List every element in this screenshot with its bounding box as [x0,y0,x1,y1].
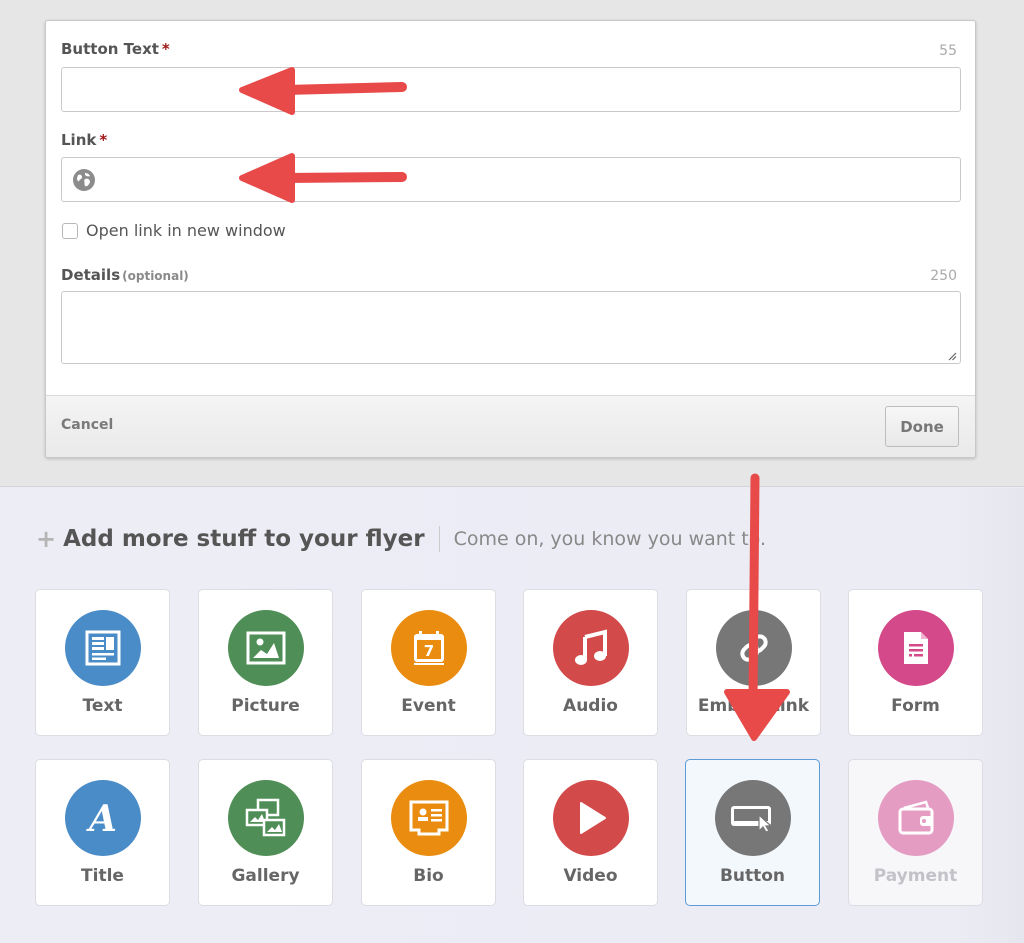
link-label: Link * [61,131,108,149]
tile-icon-circle [878,610,954,686]
tile-gallery[interactable]: Gallery [198,759,333,906]
tile-icon-circle [228,610,304,686]
tile-icon-circle [878,780,954,856]
details-field-wrapper [61,291,961,364]
tile-label: Form [891,696,940,716]
resize-handle-icon[interactable] [948,352,957,361]
tile-event[interactable]: 7 Event [361,589,496,736]
svg-text:A: A [86,798,117,838]
details-char-counter: 250 [930,268,957,284]
done-button[interactable]: Done [885,406,959,447]
tile-bio[interactable]: Bio [361,759,496,906]
cancel-button[interactable]: Cancel [61,417,113,433]
button-text-label: Button Text * [61,40,170,58]
tile-label: Video [563,866,618,886]
tile-icon-circle [65,610,141,686]
gallery-icon [245,798,286,837]
tile-label: Picture [231,696,300,716]
editor-backdrop: Button Text * 55 Link * Open link in new w… [0,0,1024,487]
tile-audio[interactable]: Audio [523,589,658,736]
tile-picture[interactable]: Picture [198,589,333,736]
form-icon [904,632,928,664]
add-content-subtitle: Come on, you know you want to. [453,528,767,550]
details-textarea[interactable] [61,291,961,364]
add-content-header: + Add more stuff to your flyer Come on, … [36,526,766,552]
required-marker: * [161,40,170,58]
required-marker: * [99,131,108,149]
play-icon [580,802,606,834]
link-input[interactable] [61,157,961,202]
add-content-panel: + Add more stuff to your flyer Come on, … [0,488,1024,943]
tile-payment[interactable]: Payment [848,759,983,906]
details-label: Details (optional) [61,266,189,284]
tile-label: Embed Link [697,696,810,716]
tile-embed-link[interactable]: Embed Link [686,589,821,736]
tile-title[interactable]: A Title [35,759,170,906]
tile-icon-circle [715,780,791,856]
dialog-footer: Cancel Done [46,395,975,457]
button-cursor-icon [731,806,773,833]
open-new-window-checkbox[interactable] [62,222,78,239]
tile-label: Button [719,866,786,886]
button-settings-dialog: Button Text * 55 Link * Open link in new w… [45,20,976,458]
wallet-icon [898,800,934,835]
tile-icon-circle [716,610,792,686]
tile-label: Bio [413,866,444,886]
add-content-title: Add more stuff to your flyer [63,526,425,552]
tile-label: Event [401,696,456,716]
svg-text:7: 7 [424,642,434,660]
calendar-icon: 7 [414,631,444,665]
tile-icon-circle [228,780,304,856]
button-text-input[interactable] [61,67,961,112]
plus-icon: + [36,525,57,553]
title-a-icon: A [86,798,117,838]
tile-label: Text [82,696,123,716]
text-document-icon [85,630,121,666]
tile-icon-circle [391,780,467,856]
tile-label: Audio [563,696,618,716]
tile-icon-circle: 7 [391,610,467,686]
open-new-window-option[interactable]: Open link in new window [62,221,286,240]
tile-form[interactable]: Form [848,589,983,736]
music-note-icon [575,629,607,665]
tile-icon-circle: A [65,780,141,856]
tile-text[interactable]: Text [35,589,170,736]
link-icon [740,634,768,662]
button-text-char-counter: 55 [939,43,957,59]
picture-icon [246,631,286,665]
tile-video[interactable]: Video [523,759,658,906]
tile-label: Gallery [231,866,300,886]
id-card-icon [409,800,449,836]
tile-icon-circle [553,610,629,686]
header-divider [438,526,440,552]
optional-note: (optional) [122,269,189,283]
tile-icon-circle [553,780,629,856]
open-new-window-label: Open link in new window [86,221,286,240]
globe-icon [73,169,95,191]
tile-label: Title [81,866,124,886]
tile-label: Payment [873,866,958,886]
tile-button[interactable]: Button [685,759,820,906]
